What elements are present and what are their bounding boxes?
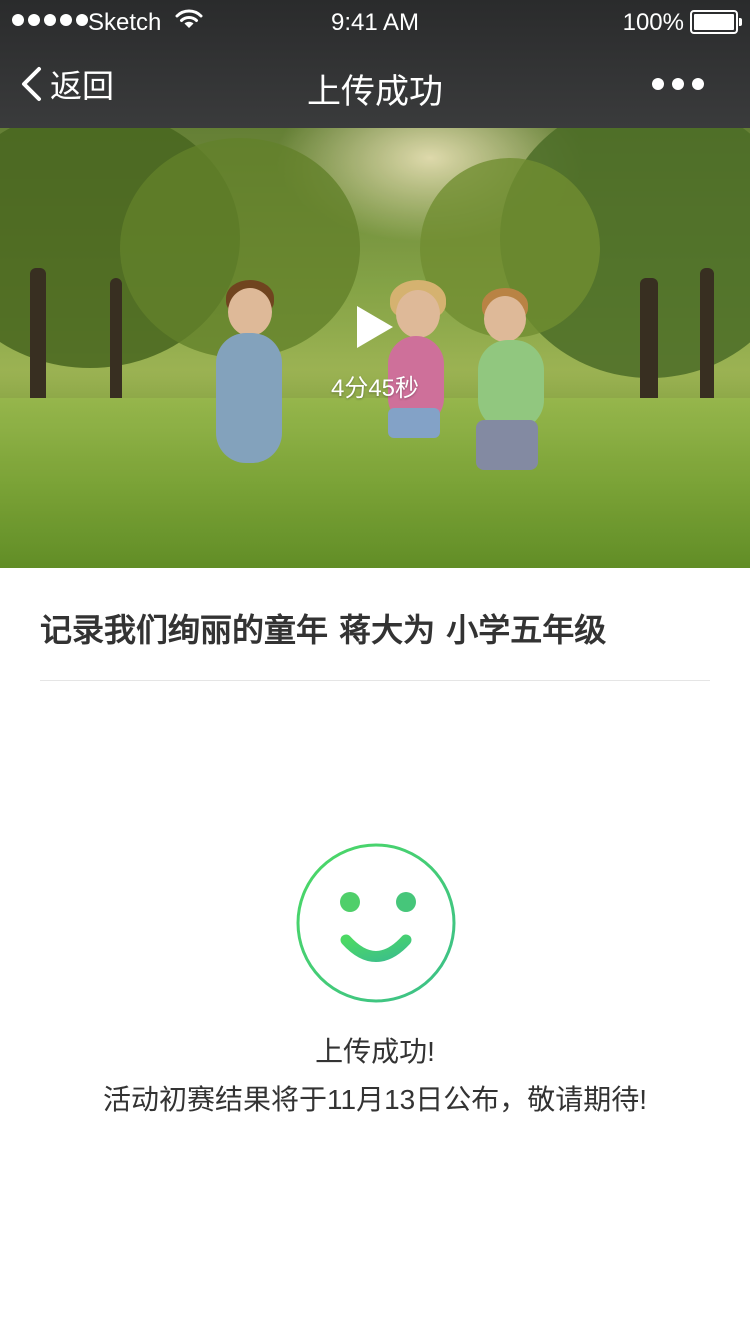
video-duration: 4分45秒 [330,375,420,402]
navigation-bar: 返回 上传成功 [0,44,750,128]
smiley-icon [296,843,456,1003]
divider [40,680,710,681]
battery-icon [690,10,742,34]
more-button[interactable] [652,78,704,90]
page-title: 上传成功 [307,73,443,111]
more-dot [692,78,704,90]
result-detail: 活动初赛结果将于11月13日公布，敬请期待! [103,1084,647,1115]
battery-percent: 100% [622,9,684,36]
entry-title: 记录我们绚丽的童年 蒋大为 小学五年级 [40,611,607,649]
status-bar: Sketch 9:41 AM 100% [0,0,750,44]
more-dot [652,78,664,90]
top-bar: Sketch 9:41 AM 100% 返回 上传成功 [0,0,750,128]
success-message: 上传成功! [315,1036,435,1067]
more-dot [672,78,684,90]
play-icon[interactable] [354,303,396,356]
video-thumbnail[interactable]: 4分45秒 [0,128,750,568]
